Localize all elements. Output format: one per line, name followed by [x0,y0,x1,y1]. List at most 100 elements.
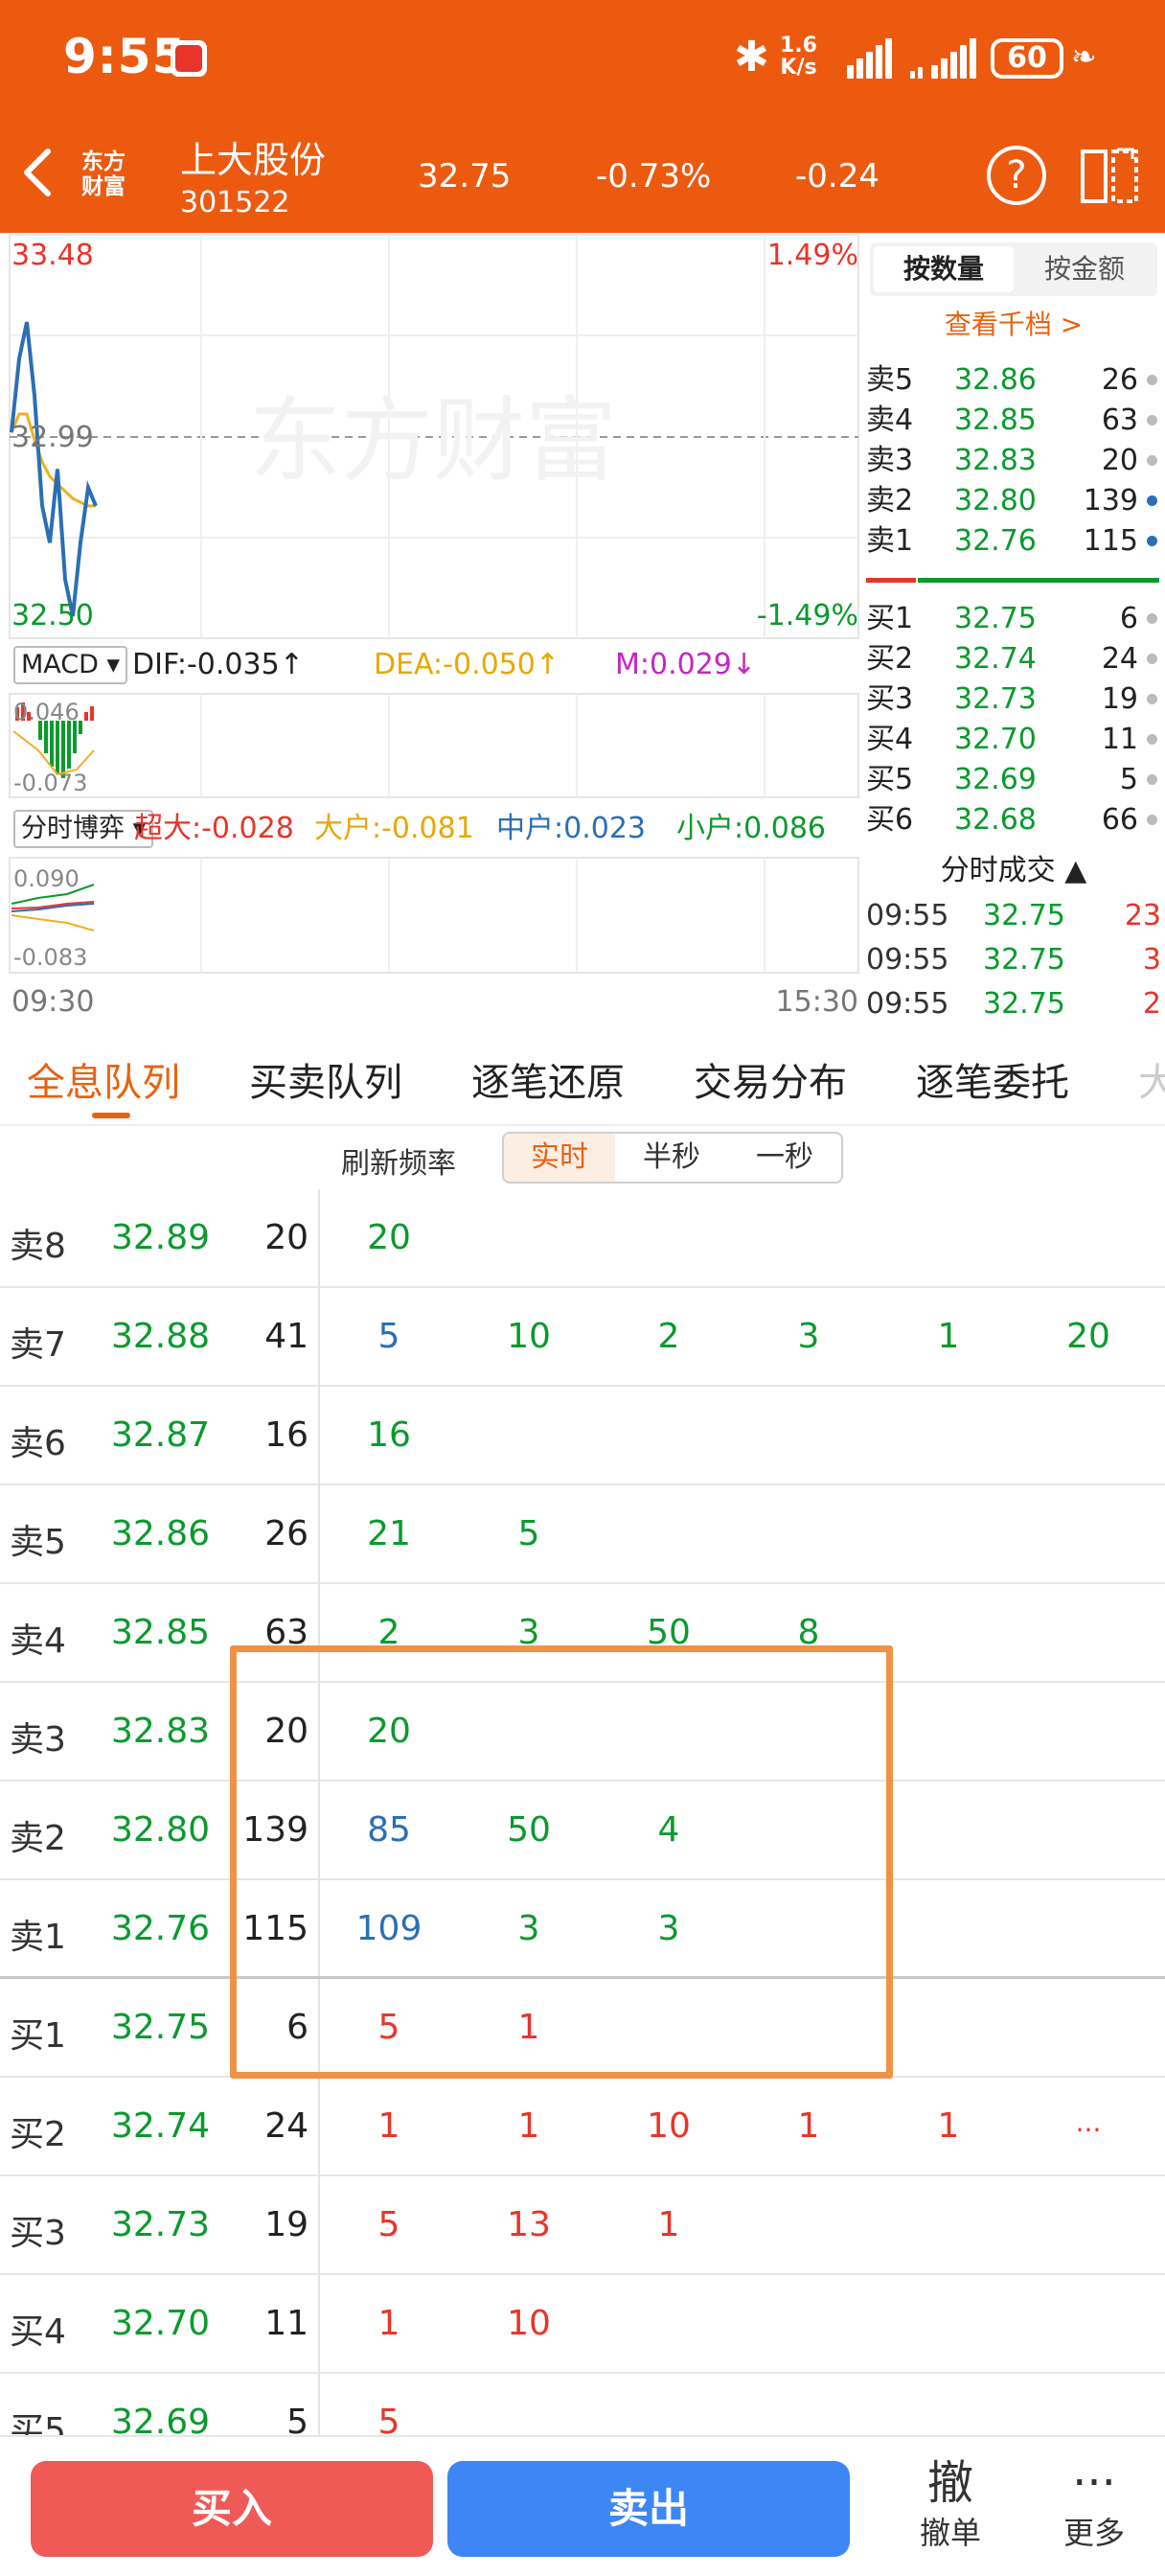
back-arrow-icon[interactable] [17,144,59,201]
price-line [10,321,98,617]
signal-icon [847,38,895,79]
level-dot [1147,734,1157,745]
macd-header: MACD ▾ DIF:-0.035↑ DEA:-0.050↑ M:0.029↓ [0,638,862,694]
order_book.asks-row[interactable]: 卖2 32.80 139 [862,481,1165,521]
queue-order-size: 5 [517,1514,540,1553]
toggle-by-quantity[interactable]: 按数量 [874,246,1014,292]
queue-level: 买1 [10,2016,66,2056]
toggle-by-amount[interactable]: 按金额 [1016,246,1154,292]
order_book.bids-row[interactable]: 买2 32.74 24 [862,639,1165,679]
level-label: 买5 [866,763,914,796]
queue-order-size: 10 [507,2304,551,2343]
order_book.asks-row[interactable]: 卖3 32.83 20 [862,441,1165,481]
order_book.bids-row[interactable]: 买4 32.70 11 [862,720,1165,760]
level-dot [1147,815,1157,825]
ask-6-partial [862,338,1165,352]
level-price: 32.74 [954,642,1037,676]
order_book.bids-row[interactable]: 买6 32.68 66 [862,800,1165,840]
amount-toggle: 按数量 按金额 [870,242,1157,296]
sell-button[interactable]: 卖出 [447,2461,850,2557]
queue-row[interactable]: 卖5 32.86 26 21 5 [0,1485,1165,1584]
bo-axis-top: 0.090 [13,865,80,892]
queue-level: 卖4 [10,1622,66,1661]
header-price: 32.75 [418,157,512,196]
queue-row[interactable]: 卖6 32.87 16 16 [0,1387,1165,1485]
order_book.bids-row[interactable]: 买5 32.69 5 [862,760,1165,800]
tick-trade-row: 09:55 32.75 23 [862,894,1165,938]
level-dot [1147,694,1157,704]
level-dot [1147,375,1157,385]
level-price: 32.85 [954,403,1037,437]
level-dot [1147,536,1157,546]
queue-row[interactable]: 买3 32.73 19 5 13 1 [0,2176,1165,2275]
queue-order-size: 1 [657,2205,680,2244]
ask-ratio-bar [866,578,916,583]
order_book.asks-row[interactable]: 卖1 32.76 115 [862,521,1165,562]
refresh-half-second-button[interactable]: 半秒 [615,1132,730,1184]
tab-full-queue[interactable]: 全息队列 [27,1051,180,1107]
order_book.asks-row[interactable]: 卖5 32.86 26 [862,360,1165,401]
level-volume: 20 [1101,444,1138,477]
level-dot [1147,774,1157,785]
tab-tick-orders[interactable]: 逐笔委托 [916,1051,1069,1107]
queue-order-size: 2 [657,1317,680,1356]
queue-level: 卖6 [10,1424,66,1463]
header-change-pct: -0.73% [596,157,712,196]
level-dot [1147,415,1157,426]
trade-volume: 2 [1142,987,1161,1021]
bid-ratio-bar [918,578,1159,583]
queue-row[interactable]: 买4 32.70 11 1 10 [0,2275,1165,2374]
level-price: 32.80 [954,484,1037,518]
detail-tabs: 全息队列 买卖队列 逐笔还原 交易分布 逐笔委托 大 [0,1028,1165,1126]
queue-price: 32.83 [111,1712,211,1751]
order_book.bids-row[interactable]: 买3 32.73 19 [862,679,1165,720]
level-price: 32.70 [954,723,1037,756]
queue-row[interactable]: 买2 32.74 24 1 1 10 1 1... [0,2078,1165,2176]
queue-row[interactable]: 卖7 32.88 41 5 10 2 3 1 20 [0,1288,1165,1387]
level-volume: 63 [1101,403,1138,437]
help-button[interactable]: ? [987,146,1046,205]
layout-switch-icon[interactable] [1079,146,1140,205]
queue-order-size: 1 [517,2106,540,2146]
level-label: 买3 [866,682,914,716]
queue-level: 卖8 [10,1227,66,1266]
queue-price: 32.76 [111,1909,211,1948]
level-price: 32.76 [954,524,1037,558]
level-dot [1147,654,1157,664]
buy-button[interactable]: 买入 [31,2461,433,2557]
tab-trade-distribution[interactable]: 交易分布 [694,1051,847,1107]
refresh-one-second-button[interactable]: 一秒 [728,1132,843,1184]
axis-mid: 32.99 [11,421,94,454]
tab-tick-restore[interactable]: 逐笔还原 [471,1051,625,1107]
level-price: 32.86 [954,363,1037,397]
macd-selector[interactable]: MACD ▾ [13,646,128,684]
queue-volume: 41 [264,1317,308,1356]
level-label: 卖2 [866,484,914,518]
queue-row[interactable]: 卖8 32.89 20 20 [0,1189,1165,1288]
order_book.bids-row[interactable]: 买1 32.75 6 [862,599,1165,639]
tab-overflow[interactable]: 大 [1138,1051,1165,1107]
refresh-rate-label: 刷新频率 [341,1147,456,1181]
order_book.asks-row[interactable]: 卖4 32.85 63 [862,401,1165,441]
capital-game-selector[interactable]: 分时博弈 ▾ [13,810,154,848]
tick-trades-title[interactable]: 分时成交 ▲ [862,846,1165,888]
cancel-order-button[interactable]: 撤 撤单 [883,2454,1017,2554]
queue-order-size: 20 [367,1218,411,1257]
bo-axis-bottom: -0.083 [13,944,88,971]
queue-order-size: ... [1075,2106,1102,2138]
queue-level: 买2 [10,2115,66,2154]
intraday-chart[interactable]: 东方财富 33.48 32.99 32.50 1.49% -1.49% MACD… [0,233,862,1028]
queue-price: 32.88 [111,1317,211,1356]
queue-order-size: 10 [647,2106,691,2146]
view-thousand-levels-link[interactable]: 查看千档 > [862,304,1165,342]
queue-order-size: 10 [507,1317,551,1356]
queue-order-size: 5 [377,2205,400,2244]
macd-dea: DEA:-0.050↑ [374,648,560,681]
tab-bid-ask-queue[interactable]: 买卖队列 [249,1051,402,1107]
more-button[interactable]: ··· 更多 [1027,2454,1161,2554]
level-price: 32.69 [954,763,1037,796]
refresh-realtime-button[interactable]: 实时 [502,1132,617,1184]
queue-order-size: 1 [377,2106,400,2146]
trade-price: 32.75 [983,899,1065,932]
small-holder: 小户:0.086 [676,812,826,845]
